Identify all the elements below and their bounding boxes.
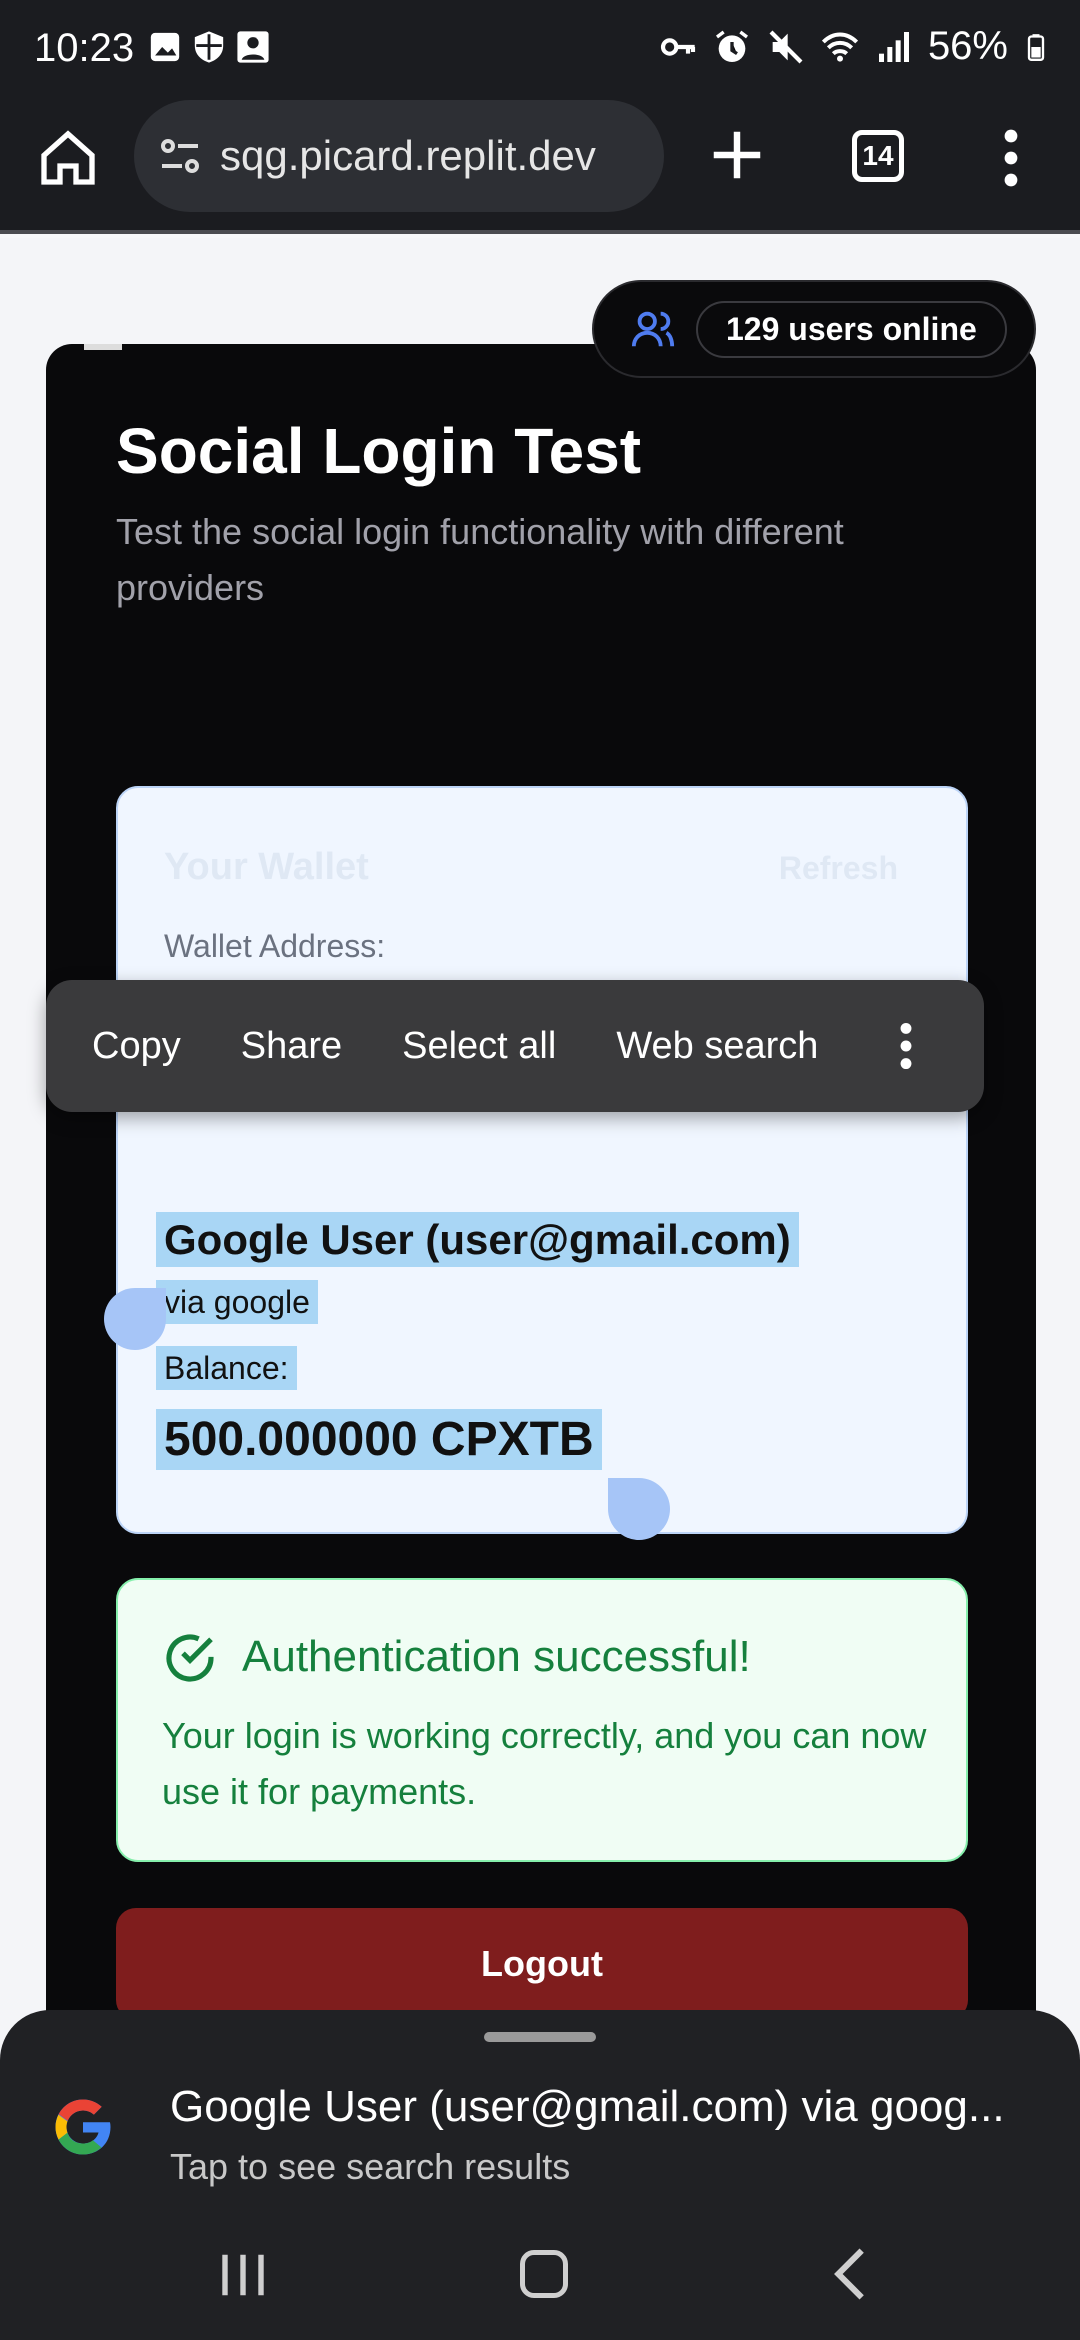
success-alert: Authentication successful! Your login is… bbox=[116, 1578, 968, 1862]
status-time: 10:23 bbox=[34, 26, 135, 70]
user-name-text[interactable]: Google User (user@gmail.com) bbox=[156, 1212, 799, 1267]
balance-value-text[interactable]: 500.000000 CPXTB bbox=[156, 1409, 602, 1470]
logout-button[interactable]: Logout bbox=[116, 1908, 968, 2020]
balance-label-text[interactable]: Balance: bbox=[156, 1346, 297, 1390]
text-selection-menu: Copy Share Select all Web search bbox=[46, 980, 984, 1112]
home-nav-icon[interactable] bbox=[520, 2250, 568, 2298]
shield-icon bbox=[194, 31, 224, 63]
online-users-pill: 129 users online bbox=[592, 280, 1036, 378]
refresh-button[interactable]: Refresh bbox=[779, 850, 898, 887]
notification-icons bbox=[148, 30, 270, 64]
share-menu-item[interactable]: Share bbox=[211, 1025, 372, 1068]
page-title: Social Login Test bbox=[116, 415, 642, 487]
key-icon bbox=[660, 37, 696, 56]
provider-text[interactable]: via google bbox=[156, 1280, 318, 1324]
balance-label[interactable]: Balance: bbox=[156, 1346, 297, 1390]
wallet-address-label: Wallet Address: bbox=[164, 928, 386, 964]
new-tab-icon[interactable] bbox=[706, 124, 768, 186]
alarm-icon bbox=[715, 30, 748, 62]
navigation-bar bbox=[0, 2210, 1080, 2340]
system-icons: 56% bbox=[658, 24, 1050, 69]
selection-end-handle[interactable] bbox=[608, 1478, 670, 1540]
selection-start-handle[interactable] bbox=[104, 1288, 166, 1350]
recent-apps-icon[interactable] bbox=[216, 2250, 270, 2300]
tab-switcher-button[interactable]: 14 bbox=[852, 130, 904, 182]
google-logo-icon bbox=[55, 2099, 111, 2155]
online-count-badge: 129 users online bbox=[696, 300, 1007, 358]
select-all-menu-item[interactable]: Select all bbox=[372, 1025, 586, 1068]
success-message: Your login is working correctly, and you… bbox=[162, 1715, 927, 1812]
check-circle-icon bbox=[166, 1634, 214, 1682]
battery-level: 56% bbox=[927, 24, 1008, 68]
url-text[interactable]: sqg.picard.replit.dev bbox=[220, 132, 596, 180]
gallery-icon bbox=[150, 32, 180, 62]
browser-toolbar: sqg.picard.replit.dev 14 bbox=[0, 100, 1080, 234]
search-hint: Tap to see search results bbox=[170, 2146, 571, 2187]
users-icon bbox=[631, 311, 675, 347]
signal-icon bbox=[878, 31, 909, 62]
back-icon[interactable] bbox=[830, 2246, 870, 2302]
user-name[interactable]: Google User (user@gmail.com) bbox=[156, 1212, 799, 1267]
wallet-panel: Your Wallet Refresh Wallet Address: 0x12… bbox=[104, 786, 968, 1540]
web-search-menu-item[interactable]: Web search bbox=[586, 1025, 848, 1068]
site-settings-icon[interactable] bbox=[156, 132, 204, 180]
mute-icon bbox=[769, 30, 803, 63]
status-bar: 10:23 56% bbox=[0, 0, 1080, 100]
search-query[interactable]: Google User (user@gmail.com) via goog... bbox=[170, 2082, 1040, 2132]
address-bar[interactable]: sqg.picard.replit.dev bbox=[134, 100, 664, 212]
wifi-icon bbox=[821, 32, 859, 62]
card-handle bbox=[84, 344, 122, 350]
more-menu-icon[interactable] bbox=[996, 128, 1026, 188]
provider-label[interactable]: via google bbox=[156, 1280, 318, 1324]
more-options-icon[interactable] bbox=[898, 1021, 914, 1071]
contacts-icon bbox=[237, 31, 269, 63]
success-title: Authentication successful! bbox=[242, 1632, 751, 1681]
copy-menu-item[interactable]: Copy bbox=[46, 1025, 211, 1068]
home-icon[interactable] bbox=[36, 126, 100, 190]
sheet-drag-handle[interactable] bbox=[484, 2032, 596, 2042]
page-subtitle: Test the social login functionality with… bbox=[116, 511, 844, 608]
battery-icon bbox=[1027, 33, 1045, 61]
balance-value[interactable]: 500.000000 CPXTB bbox=[156, 1409, 602, 1470]
wallet-heading: Your Wallet bbox=[164, 846, 369, 888]
